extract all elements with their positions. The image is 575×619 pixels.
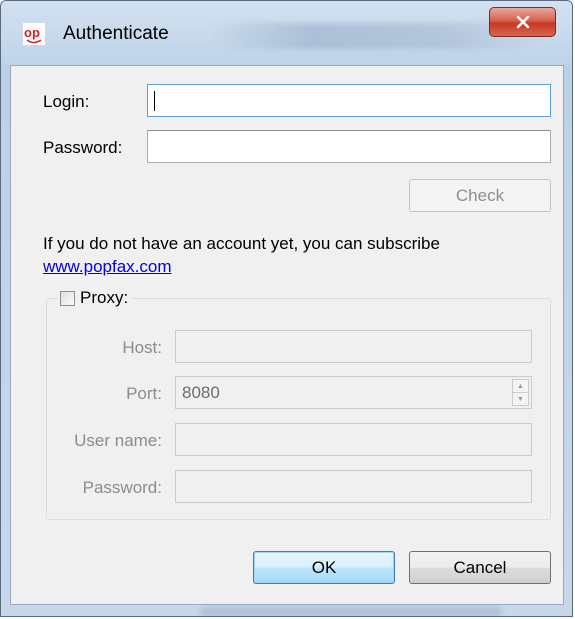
text-caret — [154, 91, 155, 111]
login-input[interactable] — [147, 84, 551, 117]
close-icon — [516, 15, 529, 29]
cancel-button-label: Cancel — [453, 557, 507, 577]
background-blur-bottom — [201, 607, 501, 616]
svg-text:op: op — [24, 25, 40, 40]
dialog-body: Login: Password: Check If you do not hav… — [10, 65, 564, 605]
password-input[interactable] — [147, 130, 551, 163]
proxy-label: Proxy: — [80, 288, 129, 307]
spin-down-icon[interactable]: ▼ — [513, 392, 528, 405]
ok-button[interactable]: OK — [253, 551, 395, 584]
proxy-port-value: 8080 — [182, 383, 220, 402]
proxy-username-input[interactable] — [175, 423, 532, 456]
proxy-host-label: Host: — [122, 338, 162, 357]
ok-button-label: OK — [311, 557, 337, 577]
authenticate-dialog: op Authenticate Login: Password: Check I… — [0, 0, 573, 617]
password-label: Password: — [43, 138, 123, 157]
proxy-port-label: Port: — [126, 384, 162, 403]
port-spinner[interactable]: ▲ ▼ — [512, 379, 529, 406]
proxy-password-label: Password: — [82, 478, 162, 497]
proxy-port-input[interactable]: 8080 ▲ ▼ — [175, 376, 532, 409]
check-button-label: Check — [455, 185, 505, 205]
proxy-password-input[interactable] — [175, 470, 532, 503]
proxy-header[interactable]: Proxy: — [58, 288, 133, 308]
subscribe-text: If you do not have an account yet, you c… — [43, 234, 440, 253]
popfax-logo-icon: op — [23, 23, 45, 45]
proxy-username-label: User name: — [74, 431, 162, 450]
title-bar[interactable]: op Authenticate — [1, 1, 572, 65]
window-title: Authenticate — [63, 23, 169, 44]
login-label: Login: — [43, 92, 90, 111]
check-button[interactable]: Check — [409, 179, 551, 212]
cancel-button[interactable]: Cancel — [409, 551, 551, 584]
close-button[interactable] — [489, 7, 556, 37]
proxy-checkbox[interactable] — [60, 290, 75, 306]
spin-up-icon[interactable]: ▲ — [513, 380, 528, 392]
popfax-link[interactable]: www.popfax.com — [43, 257, 172, 277]
proxy-host-input[interactable] — [175, 330, 532, 363]
